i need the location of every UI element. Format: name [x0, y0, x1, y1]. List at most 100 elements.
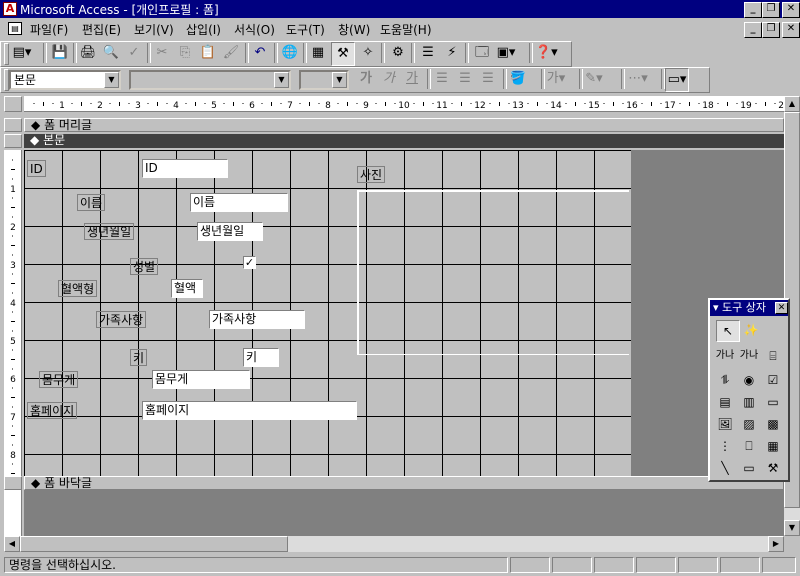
- list-box-icon[interactable]: ▥: [738, 392, 760, 412]
- name-field[interactable]: 이름: [190, 193, 288, 212]
- homepage-label[interactable]: 홈페이지: [27, 402, 78, 419]
- birthday-label[interactable]: 생년월일: [84, 223, 135, 240]
- form-doc-icon[interactable]: ▤: [8, 22, 22, 35]
- close-button[interactable]: ✕: [782, 2, 800, 18]
- chevron-down-icon[interactable]: ▼: [104, 72, 119, 88]
- align-center-icon[interactable]: ☰: [454, 68, 476, 90]
- combo-box-icon[interactable]: ▤: [714, 392, 736, 412]
- photo-label[interactable]: 사진: [357, 166, 386, 183]
- undo-icon[interactable]: ↶: [249, 42, 271, 64]
- ruler-corner[interactable]: [4, 96, 22, 112]
- doc-close-button[interactable]: ✕: [782, 22, 800, 38]
- blood-type-label[interactable]: 혈액형: [58, 280, 98, 297]
- height-label[interactable]: 키: [130, 349, 148, 366]
- spelling-icon[interactable]: ✓: [123, 42, 145, 64]
- homepage-field[interactable]: 홈페이지: [142, 401, 357, 420]
- gender-label[interactable]: 성별: [130, 258, 159, 275]
- section-selector[interactable]: [4, 476, 22, 490]
- scroll-up-button[interactable]: ▲: [784, 96, 800, 112]
- menu-file[interactable]: 파일(F): [30, 21, 68, 38]
- blood-type-field[interactable]: 혈액: [171, 279, 203, 298]
- form-header-bar[interactable]: ◆ 폼 머리글: [24, 118, 784, 132]
- page-break-icon[interactable]: ⋮: [714, 436, 736, 456]
- control-wizards-icon[interactable]: ✨: [740, 320, 762, 340]
- weight-label[interactable]: 몸무게: [39, 371, 79, 388]
- print-preview-icon[interactable]: 🔍: [100, 42, 122, 64]
- doc-minimize-button[interactable]: _: [744, 22, 762, 38]
- line-width-icon[interactable]: ⋯▾: [627, 68, 649, 90]
- family-field[interactable]: 가족사항: [209, 310, 305, 329]
- new-object-icon[interactable]: ▣▾: [495, 42, 517, 64]
- help-icon[interactable]: ❓▾: [535, 42, 558, 64]
- birthday-field[interactable]: 생년월일: [197, 222, 263, 241]
- line-color-icon[interactable]: ✎▾: [583, 68, 605, 90]
- name-label[interactable]: 이름: [77, 194, 106, 211]
- label-tool[interactable]: 가나: [714, 346, 736, 366]
- command-button-icon[interactable]: ▭: [762, 392, 784, 412]
- font-size-combo[interactable]: ▼: [299, 70, 349, 90]
- restore-button[interactable]: ❐: [762, 2, 780, 18]
- horizontal-ruler[interactable]: 1234567891011121314151617181920: [24, 96, 784, 112]
- more-controls-icon[interactable]: ⚒: [762, 458, 784, 478]
- height-field[interactable]: 키: [243, 348, 279, 367]
- copy-icon[interactable]: ⎘: [174, 42, 196, 64]
- menu-window[interactable]: 창(W): [338, 21, 370, 38]
- section-selector[interactable]: [4, 134, 22, 148]
- cut-icon[interactable]: ✂: [151, 42, 173, 64]
- toolbar-grip[interactable]: [4, 43, 9, 65]
- section-selector[interactable]: [4, 118, 22, 132]
- font-name-combo[interactable]: ▼: [129, 70, 291, 90]
- bold-button[interactable]: 가: [355, 68, 377, 90]
- id-field[interactable]: ID: [142, 159, 228, 178]
- underline-button[interactable]: 가: [401, 68, 423, 90]
- toolbox-icon[interactable]: ⚒: [331, 42, 355, 66]
- doc-restore-button[interactable]: ❐: [762, 22, 780, 38]
- chevron-down-icon[interactable]: ▼: [274, 72, 289, 88]
- toggle-button-icon[interactable]: ⥮: [714, 370, 736, 390]
- toolbox-close-button[interactable]: ✕: [775, 302, 788, 314]
- family-label[interactable]: 가족사항: [96, 311, 147, 328]
- form-footer-bar[interactable]: ◆ 폼 바닥글: [24, 476, 784, 490]
- option-button-icon[interactable]: ◉: [738, 370, 760, 390]
- menu-edit[interactable]: 편집(E): [82, 21, 121, 38]
- access-app-icon[interactable]: A: [3, 2, 17, 16]
- photo-frame[interactable]: [357, 190, 629, 355]
- line-icon[interactable]: ╲: [714, 458, 736, 478]
- scroll-down-button[interactable]: ▼: [784, 520, 800, 536]
- horizontal-scrollbar[interactable]: ◀ ▶: [4, 536, 784, 552]
- menu-help[interactable]: 도움말(H): [380, 21, 432, 38]
- footer-section-area[interactable]: [24, 490, 784, 536]
- checkbox-icon[interactable]: ☑: [762, 370, 784, 390]
- font-color-icon[interactable]: 가▾: [545, 68, 567, 90]
- weight-field[interactable]: 몸무게: [152, 370, 250, 389]
- properties-icon[interactable]: ☰: [417, 42, 439, 64]
- minimize-button[interactable]: _: [744, 2, 762, 18]
- tab-control-icon[interactable]: ⎕: [738, 436, 760, 456]
- build-icon[interactable]: ⚡: [441, 42, 463, 64]
- image-icon[interactable]: 🖼: [714, 414, 736, 434]
- gender-checkbox[interactable]: ✓: [243, 256, 256, 269]
- code-icon[interactable]: ⚙: [387, 42, 409, 64]
- horizontal-scroll-thumb[interactable]: [20, 536, 288, 552]
- format-painter-icon[interactable]: 🖌: [220, 42, 242, 64]
- autoformat-icon[interactable]: ✧: [357, 42, 379, 64]
- subform-icon[interactable]: ▦: [762, 436, 784, 456]
- menu-tools[interactable]: 도구(T): [286, 21, 325, 38]
- menu-insert[interactable]: 삽입(I): [186, 21, 221, 38]
- print-icon[interactable]: 🖨: [77, 42, 99, 64]
- rectangle-icon[interactable]: ▭: [738, 458, 760, 478]
- bound-object-frame-icon[interactable]: ▩: [762, 414, 784, 434]
- toolbox-panel[interactable]: ▾ 도구 상자 ✕ ↖ ✨ 가나 가나 ⌸ ⥮ ◉ ☑ ▤ ▥ ▭ 🖼 ▨ ▩ …: [708, 298, 790, 482]
- field-list-icon[interactable]: ▦: [307, 42, 329, 64]
- vertical-ruler[interactable]: 1 2 3 4 5 6 7 8: [4, 150, 22, 476]
- select-objects-icon[interactable]: ↖: [716, 320, 740, 342]
- option-group-icon[interactable]: ⌸: [762, 346, 784, 366]
- menu-view[interactable]: 보기(V): [134, 21, 174, 38]
- fill-color-icon[interactable]: 🪣▾: [507, 68, 529, 108]
- scroll-right-button[interactable]: ▶: [768, 536, 784, 552]
- toolbox-menu-icon[interactable]: ▾: [713, 301, 719, 314]
- textbox-tool[interactable]: 가나: [738, 346, 760, 366]
- detail-section-bar[interactable]: ◆ 본문: [24, 134, 784, 148]
- special-effect-icon[interactable]: ▭▾: [665, 68, 689, 92]
- chevron-down-icon[interactable]: ▼: [332, 72, 347, 88]
